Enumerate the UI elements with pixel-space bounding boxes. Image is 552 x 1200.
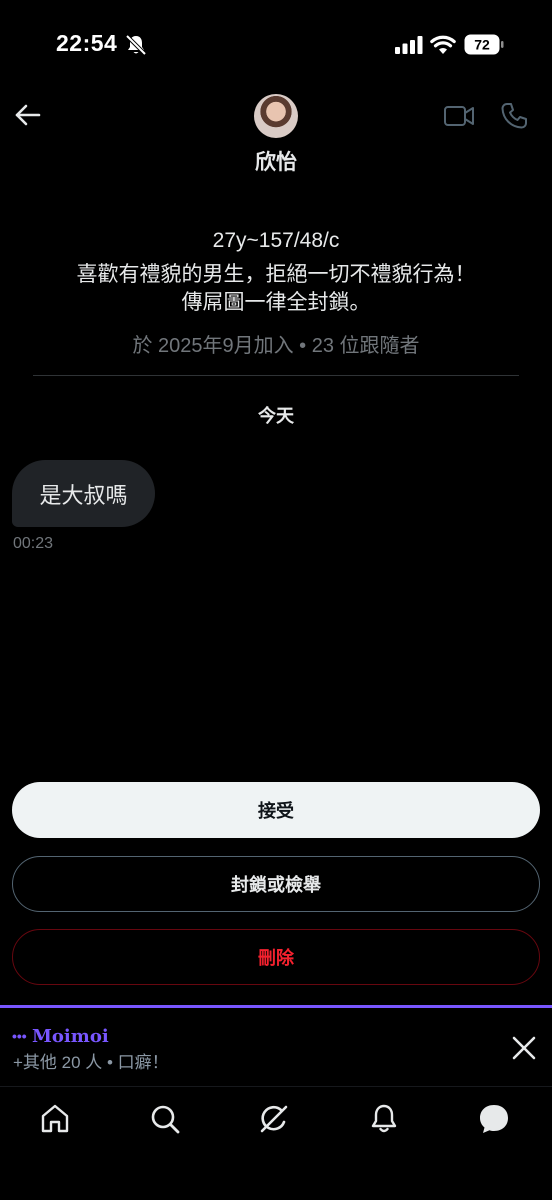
moimoi-banner[interactable] xyxy=(0,1008,552,1086)
delete-button[interactable]: 刪除 xyxy=(12,929,540,985)
status-time: 22:54 xyxy=(56,30,118,56)
accept-label: 接受 xyxy=(258,801,294,821)
home-icon[interactable] xyxy=(38,1102,72,1136)
contact-name[interactable]: 欣怡 xyxy=(0,146,552,176)
block-or-report-button[interactable]: 封鎖或檢舉 xyxy=(12,856,540,912)
block-or-report-label: 封鎖或檢舉 xyxy=(231,875,321,895)
message-timestamp: 00:23 xyxy=(13,535,54,552)
battery-icon: 72 xyxy=(464,34,504,55)
message-text: 是大叔嗎 xyxy=(39,482,128,508)
bio-line-2: 喜歡有禮貌的男生，拒絕一切不禮貌行為！ xyxy=(76,263,476,286)
messages-icon[interactable] xyxy=(477,1102,511,1136)
bio-line-1: 27y~157/48/c xyxy=(212,229,340,252)
phone-call-icon[interactable] xyxy=(500,102,528,130)
bell-off-icon xyxy=(125,34,147,56)
notifications-icon[interactable] xyxy=(367,1102,401,1136)
divider xyxy=(33,375,519,376)
search-icon[interactable] xyxy=(148,1102,182,1136)
wifi-icon xyxy=(430,35,456,54)
moimoi-subtitle: +其他 20 人 • 口癖！ xyxy=(13,1053,169,1072)
signal-icon xyxy=(395,36,423,54)
joined-followers: 於 2025年9月加入 • 23 位跟隨者 xyxy=(132,335,420,357)
bio-line-3: 傳屌圖一律全封鎖。 xyxy=(181,291,371,314)
close-icon[interactable] xyxy=(510,1034,538,1062)
back-arrow-icon[interactable] xyxy=(14,102,42,128)
nav-divider xyxy=(0,1086,552,1087)
video-call-icon[interactable] xyxy=(443,103,475,129)
message-bubble[interactable]: 是大叔嗎 xyxy=(12,460,155,527)
moimoi-dots-icon: ••• xyxy=(12,1028,27,1044)
battery-level: 72 xyxy=(474,37,490,53)
grok-icon[interactable] xyxy=(257,1102,291,1136)
avatar[interactable] xyxy=(254,94,298,138)
date-separator: 今天 xyxy=(258,406,294,426)
accept-button[interactable]: 接受 xyxy=(12,782,540,838)
delete-label: 刪除 xyxy=(258,948,294,968)
moimoi-title[interactable]: Moimoi xyxy=(32,1026,109,1047)
